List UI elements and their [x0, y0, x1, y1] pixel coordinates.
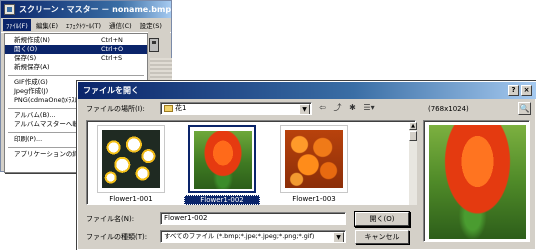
menu-settings[interactable]: 設定(S) — [137, 19, 165, 31]
close-button[interactable]: × — [521, 85, 532, 96]
menu-item-label: 保存(S) — [14, 54, 37, 62]
poppy-thumbnail-image — [194, 131, 252, 189]
menu-item-label: 印刷(P)... — [14, 135, 43, 143]
look-in-combo[interactable]: 花1 ▼ — [160, 102, 312, 115]
menu-item-shortcut: Ctrl+N — [101, 36, 123, 44]
menu-edit[interactable]: 編集(E) — [33, 19, 61, 31]
open-button[interactable]: 開く(O) — [355, 212, 409, 226]
look-in-label: ファイルの場所(I): — [86, 105, 145, 113]
preview-toggle-icon[interactable]: 🔍 — [518, 102, 531, 115]
menu-item-label: 新規作成(N) — [14, 36, 50, 44]
dialog-title: ファイルを開く — [83, 86, 139, 95]
vertical-scrollbar[interactable]: ▲ — [409, 122, 417, 205]
menu-file[interactable]: ﾌｧｲﾙ(F) — [3, 19, 31, 31]
help-button[interactable]: ? — [508, 85, 519, 96]
menu-item-label: PNG(cdmaOneｶﾒﾗｽﾚ — [14, 96, 78, 104]
chevron-down-icon[interactable]: ▼ — [333, 232, 344, 242]
menu-item-label: GIF作成(G) — [14, 78, 48, 86]
up-folder-icon[interactable]: ⤴ — [331, 102, 344, 114]
file-name-label-selected[interactable]: Flower1-002 — [184, 195, 260, 205]
preview-panel — [423, 120, 530, 242]
filetype-value: すべてのファイル (*.bmp;*.jpe;*.jpeg;*.png;*.gif… — [164, 232, 315, 240]
phone-icon[interactable] — [149, 38, 159, 52]
filetype-combo[interactable]: すべてのファイル (*.bmp;*.jpe;*.jpeg;*.png;*.gif… — [160, 230, 346, 243]
menu-item-label: 開く(O) — [14, 45, 38, 53]
back-arrow-icon[interactable]: ⇦ — [316, 102, 329, 114]
menu-separator — [8, 75, 144, 76]
menu-item-shortcut: Ctrl+S — [101, 54, 123, 62]
menu-communication[interactable]: 通信(C) — [106, 19, 135, 31]
look-in-value: 花1 — [175, 104, 187, 112]
filename-label: ファイル名(N): — [86, 215, 135, 223]
scroll-thumb[interactable] — [409, 131, 417, 141]
filename-input[interactable]: Flower1-002 — [160, 212, 346, 225]
preview-dimensions: (768x1024) — [428, 105, 469, 113]
file-thumbnail[interactable] — [97, 125, 165, 193]
new-folder-icon[interactable]: ✱ — [346, 102, 359, 114]
menu-item-label: 新規保存(A) — [14, 63, 50, 71]
file-list: Flower1-001 Flower1-002 Flower1-003 ▲ — [86, 120, 417, 205]
menu-item-save-as[interactable]: 新規保存(A) — [5, 63, 147, 72]
menu-item-label: アルバム(B)... — [14, 111, 56, 119]
view-menu-icon[interactable]: ☰▾ — [361, 102, 377, 114]
app-title-bar: スクリーン・マスター － noname.bmp — [1, 1, 171, 18]
menu-item-label: Jpeg作成(J) — [14, 87, 49, 95]
menu-item-new[interactable]: 新規作成(N) Ctrl+N — [5, 36, 147, 45]
orange-flowers-thumbnail-image — [285, 130, 343, 188]
scroll-up-icon[interactable]: ▲ — [409, 122, 417, 130]
folder-icon — [164, 104, 173, 112]
filetype-label: ファイルの種類(T): — [86, 233, 148, 241]
daisy-thumbnail-image — [102, 130, 160, 188]
app-title: スクリーン・マスター － noname.bmp — [19, 5, 172, 14]
open-file-dialog: ファイルを開く ? × ファイルの場所(I): 花1 ▼ ⇦ ⤴ ✱ ☰▾ (7… — [77, 81, 536, 250]
dialog-title-bar: ファイルを開く — [78, 82, 536, 99]
menu-item-save[interactable]: 保存(S) Ctrl+S — [5, 54, 147, 63]
menu-item-shortcut: Ctrl+O — [101, 45, 124, 53]
poppy-preview-image — [429, 125, 526, 239]
menu-bar: ﾌｧｲﾙ(F) 編集(E) ｴﾌｪｸﾄﾂｰﾙ(T) 通信(C) 設定(S) — [1, 18, 171, 33]
app-icon — [4, 4, 15, 15]
menu-effect-tool[interactable]: ｴﾌｪｸﾄﾂｰﾙ(T) — [63, 19, 104, 31]
menu-item-open[interactable]: 開く(O) Ctrl+O — [5, 45, 147, 54]
cancel-button[interactable]: キャンセル — [355, 230, 409, 244]
file-name-label[interactable]: Flower1-003 — [276, 195, 352, 203]
file-name-label[interactable]: Flower1-001 — [93, 195, 169, 203]
chevron-down-icon[interactable]: ▼ — [299, 104, 310, 114]
file-thumbnail[interactable] — [280, 125, 348, 193]
file-thumbnail-selected[interactable] — [188, 125, 256, 193]
